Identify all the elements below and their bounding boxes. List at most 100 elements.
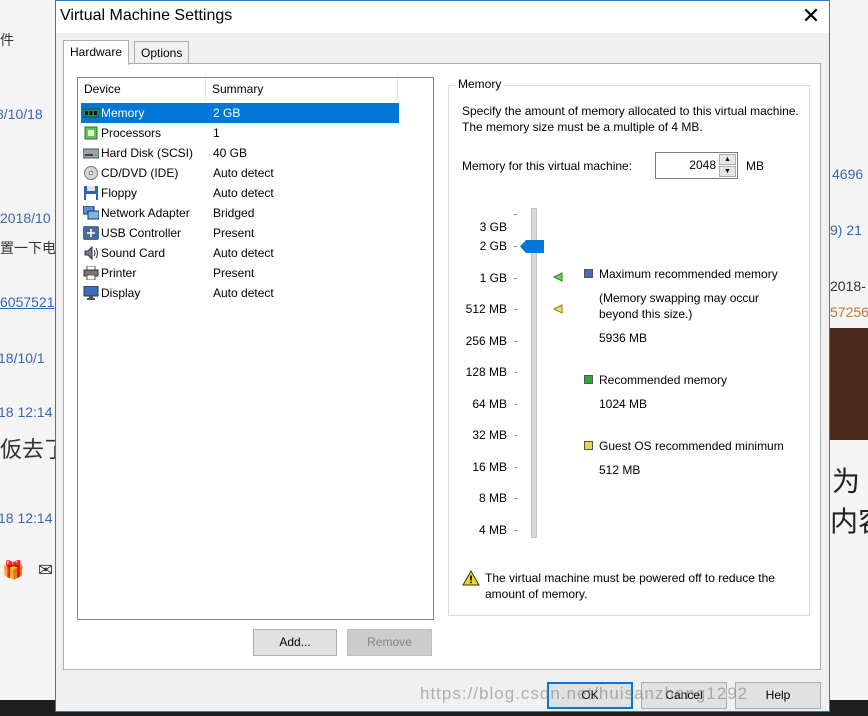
scale-tick	[514, 372, 517, 373]
hard-disk-icon	[83, 148, 99, 159]
window-title: Virtual Machine Settings	[60, 7, 233, 24]
bg-text: 仮去了	[0, 437, 55, 462]
legend-swatch-max	[584, 269, 593, 278]
scale-label: 512 MB	[465, 302, 507, 316]
memory-slider-thumb[interactable]	[520, 240, 544, 253]
tab-label: Options	[141, 46, 183, 60]
legend-swatch-recommended	[584, 375, 593, 384]
close-button[interactable]: ✕	[798, 3, 824, 29]
device-row-memory[interactable]: Memory 2 GB	[81, 103, 399, 123]
bg-text: 为	[832, 466, 861, 497]
device-row-display[interactable]: Display Auto detect	[81, 283, 399, 303]
bg-text: 2018-	[830, 278, 866, 294]
scale-tick	[514, 435, 517, 436]
device-name: Sound Card	[101, 246, 166, 260]
device-list[interactable]: Device Summary Memory 2 GB Processors 1 …	[77, 77, 434, 620]
max-recommended-marker	[553, 272, 563, 282]
device-name: Floppy	[101, 186, 138, 200]
memory-stepper[interactable]: 2048 ▲ ▼	[655, 152, 738, 179]
device-row-cd-dvd[interactable]: CD/DVD (IDE) Auto detect	[81, 163, 399, 183]
scale-label: 16 MB	[472, 460, 507, 474]
device-name: Printer	[101, 266, 137, 280]
bg-text: 件	[0, 32, 14, 48]
scale-label: 256 MB	[465, 334, 507, 348]
bg-text: 18 12:14	[0, 510, 53, 526]
scale-label: 64 MB	[472, 397, 507, 411]
warning-text: The virtual machine must be powered off …	[485, 571, 775, 601]
device-name: Network Adapter	[101, 206, 190, 220]
legend-max-note: (Memory swapping may occur beyond this s…	[599, 291, 760, 321]
bg-text: 9) 21	[830, 222, 862, 238]
memory-description: Specify the amount of memory allocated t…	[462, 104, 799, 134]
stepper-down-button[interactable]: ▼	[719, 166, 736, 177]
add-device-button[interactable]: Add...	[253, 629, 337, 656]
scale-label: 32 MB	[472, 428, 507, 442]
memory-group: Memory Specify the amount of memory allo…	[448, 77, 810, 616]
mail-icon: ✉	[38, 560, 54, 580]
device-summary: 2 GB	[213, 106, 241, 120]
device-row-floppy[interactable]: Floppy Auto detect	[81, 183, 399, 203]
bg-text: 置一下电	[0, 240, 55, 256]
printer-icon	[83, 266, 99, 280]
background-page-right: 4696 9) 21 2018- 57256 为 内容	[830, 0, 868, 716]
device-summary: Auto detect	[213, 166, 274, 180]
legend-recommended-value: 1024 MB	[599, 397, 648, 411]
column-device[interactable]: Device	[78, 78, 206, 100]
memory-input[interactable]: 2048	[656, 158, 716, 172]
device-row-printer[interactable]: Printer Present	[81, 263, 399, 283]
device-summary: Auto detect	[213, 246, 274, 260]
bg-text: 2018/10	[0, 210, 51, 226]
legend-max-title: Maximum recommended memory	[599, 267, 778, 281]
bg-text: 18/10/1	[0, 350, 45, 366]
watermark: https://blog.csdn.net/huisanzhang1292	[420, 684, 749, 703]
device-summary: Bridged	[213, 206, 255, 220]
device-list-header: Device Summary	[78, 78, 398, 100]
network-adapter-icon	[83, 206, 99, 220]
device-row-hard-disk[interactable]: Hard Disk (SCSI) 40 GB	[81, 143, 399, 163]
guest-minimum-marker	[553, 304, 563, 314]
scale-tick	[514, 214, 517, 215]
memory-slider-track[interactable]	[531, 208, 537, 538]
bg-text: 57256	[830, 304, 868, 320]
close-icon: ✕	[801, 3, 821, 28]
device-name: Hard Disk (SCSI)	[101, 146, 194, 160]
legend-minimum-value: 512 MB	[599, 463, 641, 477]
device-row-sound-card[interactable]: Sound Card Auto detect	[81, 243, 399, 263]
device-summary: Auto detect	[213, 186, 274, 200]
device-summary: Present	[213, 266, 255, 280]
device-name: USB Controller	[101, 226, 182, 240]
memory-group-title: Memory	[455, 77, 505, 91]
device-row-network-adapter[interactable]: Network Adapter Bridged	[81, 203, 399, 223]
device-summary: Present	[213, 226, 255, 240]
memory-icon	[83, 108, 99, 118]
sound-card-icon	[84, 246, 98, 260]
device-name: Display	[101, 286, 141, 300]
scale-label: 3 GB	[479, 220, 507, 234]
scale-label: 2 GB	[479, 239, 507, 253]
device-row-usb-controller[interactable]: USB Controller Present	[81, 223, 399, 243]
scale-tick	[514, 278, 517, 279]
scale-tick	[514, 404, 517, 405]
stepper-buttons: ▲ ▼	[719, 154, 736, 177]
device-row-processors[interactable]: Processors 1	[81, 123, 399, 143]
column-summary[interactable]: Summary	[206, 78, 398, 100]
scale-label: 1 GB	[479, 271, 507, 285]
memory-unit: MB	[746, 159, 764, 173]
memory-field-label: Memory for this virtual machine:	[462, 159, 633, 173]
legend-recommended-title: Recommended memory	[599, 373, 728, 387]
tab-options[interactable]: Options	[134, 41, 190, 64]
scale-tick	[514, 467, 517, 468]
scale-label: 4 MB	[478, 523, 507, 537]
scale-label: 8 MB	[478, 491, 507, 505]
device-summary: 1	[213, 126, 220, 140]
device-name: CD/DVD (IDE)	[101, 166, 179, 180]
scale-label: 128 MB	[465, 365, 507, 379]
remove-device-button[interactable]: Remove	[347, 629, 432, 656]
gift-icon: 🎁	[2, 560, 25, 580]
bg-text: 18 12:14	[0, 404, 53, 420]
device-summary: Auto detect	[213, 286, 274, 300]
tab-hardware[interactable]: Hardware	[63, 40, 130, 65]
stepper-up-button[interactable]: ▲	[719, 154, 736, 165]
display-icon	[83, 286, 99, 300]
legend-minimum-title: Guest OS recommended minimum	[599, 439, 784, 453]
